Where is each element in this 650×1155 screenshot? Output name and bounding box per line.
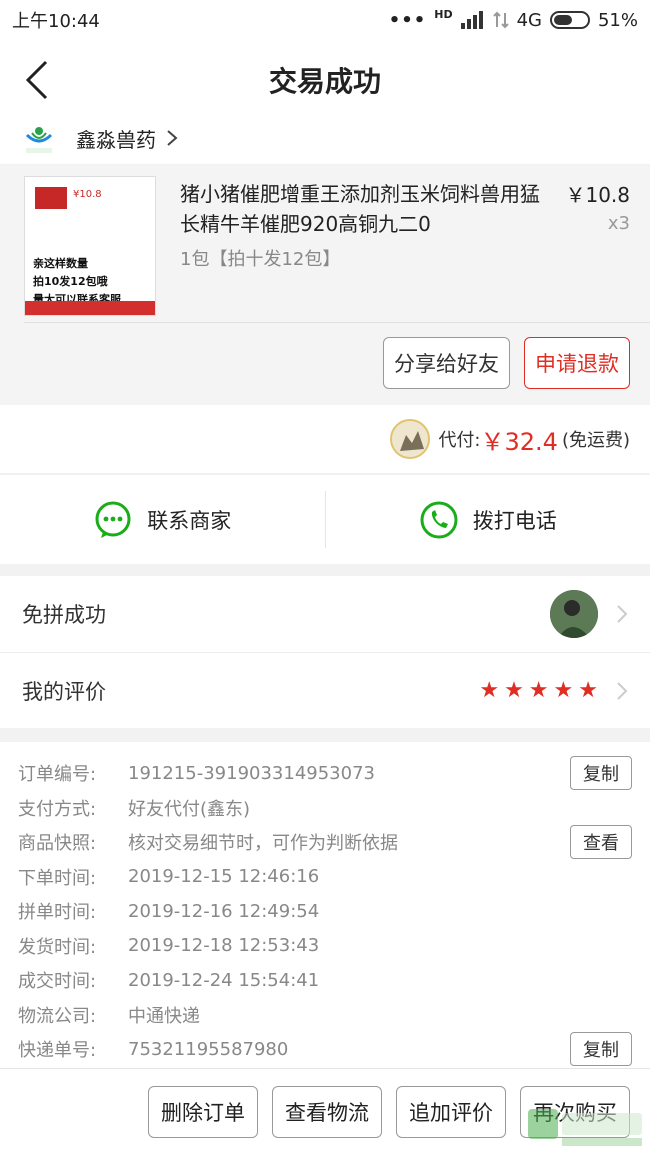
shop-logo bbox=[22, 121, 56, 155]
detail-key: 快递单号: bbox=[18, 1040, 97, 1062]
product-price: ￥10.8 bbox=[565, 183, 630, 207]
more-dots-icon: ••• bbox=[388, 9, 427, 31]
page-header: 交易成功 bbox=[0, 40, 650, 120]
group-time-row: 拼单时间: 2019-12-16 12:49:54 bbox=[18, 894, 632, 929]
payment-label: 代付: bbox=[438, 430, 481, 451]
courier-company-row: 物流公司: 中通快递 bbox=[18, 998, 632, 1033]
chevron-right-icon bbox=[617, 605, 628, 623]
tracking-number-row: 快递单号: 75321195587980 复制 bbox=[18, 1032, 632, 1067]
order-details: 订单编号: 191215-391903314953073 复制 支付方式: 好友… bbox=[0, 742, 650, 1072]
free-group-row[interactable]: 免拼成功 bbox=[0, 576, 650, 652]
buy-again-button[interactable]: 再次购买 bbox=[520, 1086, 630, 1138]
contact-bar: 联系商家 拨打电话 bbox=[0, 474, 650, 564]
product-quantity: x3 bbox=[607, 213, 630, 234]
star-icon: ★ bbox=[553, 678, 574, 703]
copy-tracking-number-button[interactable]: 复制 bbox=[570, 1032, 632, 1066]
back-arrow-icon[interactable] bbox=[22, 58, 62, 102]
status-right: ••• HD 4G 51% bbox=[388, 7, 638, 31]
request-refund-button[interactable]: 申请退款 bbox=[524, 337, 630, 389]
detail-value: 好友代付(鑫东) bbox=[128, 798, 251, 820]
detail-value: 中通快递 bbox=[128, 1005, 200, 1027]
detail-value: 核对交易细节时，可作为判断依据 bbox=[128, 833, 398, 855]
group-section: 免拼成功 我的评价 ★ ★ ★ ★ ★ bbox=[0, 576, 650, 728]
battery-icon bbox=[549, 11, 590, 29]
thumb-bottom-bar bbox=[25, 301, 155, 315]
product-spec: 1包【拍十发12包】 bbox=[180, 249, 341, 270]
battery-percent: 51% bbox=[597, 9, 638, 31]
status-time: 上午10:44 bbox=[12, 11, 100, 32]
order-number-row: 订单编号: 191215-391903314953073 复制 bbox=[18, 756, 632, 791]
detail-value: 2019-12-18 12:53:43 bbox=[128, 935, 320, 957]
thumb-text-1: 亲这样数量 bbox=[33, 257, 88, 270]
detail-value: 2019-12-15 12:46:16 bbox=[128, 866, 320, 888]
chevron-right-icon bbox=[167, 130, 178, 146]
detail-value: 75321195587980 bbox=[128, 1038, 289, 1060]
product-name[interactable]: 猪小猪催肥增重王添加剂玉米饲料兽用猛长精牛羊催肥920高铜九二0 bbox=[180, 179, 550, 239]
detail-key: 下单时间: bbox=[18, 867, 97, 889]
star-icon: ★ bbox=[479, 678, 500, 703]
star-icon: ★ bbox=[504, 678, 524, 703]
detail-value: 191215-391903314953073 bbox=[128, 762, 375, 784]
detail-key: 订单编号: bbox=[18, 764, 97, 786]
payment-amount: ￥32.4 bbox=[480, 427, 558, 456]
shop-name: 鑫淼兽药 bbox=[76, 127, 156, 152]
contact-merchant-button[interactable]: 联系商家 bbox=[0, 475, 325, 564]
divider bbox=[24, 322, 650, 323]
snapshot-row: 商品快照: 核对交易细节时，可作为判断依据 查看 bbox=[18, 825, 632, 860]
payment-method-row: 支付方式: 好友代付(鑫东) bbox=[18, 791, 632, 826]
thumb-text-2: 拍10发12包哦 bbox=[33, 275, 108, 288]
bottom-action-bar: 删除订单 查看物流 追加评价 再次购买 bbox=[0, 1068, 650, 1155]
rating-stars: ★ ★ ★ ★ ★ bbox=[479, 678, 598, 703]
page-title: 交易成功 bbox=[268, 65, 381, 98]
hd-signal-icon: HD bbox=[434, 7, 453, 21]
detail-value: 2019-12-16 12:49:54 bbox=[128, 900, 320, 922]
phone-icon bbox=[420, 501, 458, 538]
shop-row[interactable]: 鑫淼兽药 bbox=[0, 112, 650, 164]
view-logistics-button[interactable]: 查看物流 bbox=[272, 1086, 382, 1138]
order-time-row: 下单时间: 2019-12-15 12:46:16 bbox=[18, 860, 632, 895]
view-snapshot-button[interactable]: 查看 bbox=[570, 825, 632, 859]
share-to-friend-button[interactable]: 分享给好友 bbox=[383, 337, 510, 389]
delete-order-button[interactable]: 删除订单 bbox=[148, 1086, 258, 1138]
signal-icon bbox=[460, 11, 483, 29]
thumb-price: ¥10.8 bbox=[73, 189, 102, 200]
goods-card: ¥10.8 亲这样数量 拍10发12包哦 量大可以联系客服 猪小猪催肥增重王添加… bbox=[0, 165, 650, 405]
my-review-row[interactable]: 我的评价 ★ ★ ★ ★ ★ bbox=[0, 652, 650, 728]
payer-avatar bbox=[390, 419, 431, 459]
payment-summary: 代付: ￥32.4 (免运费) bbox=[0, 405, 650, 473]
data-arrows-icon bbox=[492, 11, 509, 29]
ship-time-row: 发货时间: 2019-12-18 12:53:43 bbox=[18, 929, 632, 964]
free-group-label: 免拼成功 bbox=[22, 603, 106, 627]
star-icon: ★ bbox=[528, 678, 549, 703]
network-type: 4G bbox=[516, 9, 542, 31]
add-review-button[interactable]: 追加评价 bbox=[396, 1086, 506, 1138]
member-avatar bbox=[550, 590, 598, 638]
detail-key: 成交时间: bbox=[18, 971, 97, 993]
detail-key: 商品快照: bbox=[18, 833, 97, 855]
thumb-product-image bbox=[35, 187, 67, 209]
detail-value: 2019-12-24 15:54:41 bbox=[128, 969, 320, 991]
goods-actions: 分享给好友 申请退款 bbox=[383, 337, 630, 389]
star-icon: ★ bbox=[578, 678, 598, 703]
detail-key: 支付方式: bbox=[18, 798, 97, 820]
copy-order-number-button[interactable]: 复制 bbox=[570, 756, 632, 790]
product-thumbnail[interactable]: ¥10.8 亲这样数量 拍10发12包哦 量大可以联系客服 bbox=[24, 176, 156, 316]
status-bar: 上午10:44 ••• HD 4G 51% bbox=[0, 0, 650, 40]
call-phone-label: 拨打电话 bbox=[472, 508, 557, 533]
detail-key: 拼单时间: bbox=[18, 902, 97, 924]
deal-time-row: 成交时间: 2019-12-24 15:54:41 bbox=[18, 963, 632, 998]
detail-key: 发货时间: bbox=[18, 936, 97, 958]
shipping-note: (免运费) bbox=[561, 430, 630, 451]
chat-bubble-icon bbox=[95, 501, 131, 538]
detail-key: 物流公司: bbox=[18, 1005, 97, 1027]
my-review-label: 我的评价 bbox=[22, 679, 106, 704]
call-phone-button[interactable]: 拨打电话 bbox=[326, 475, 650, 564]
chevron-right-icon bbox=[617, 681, 628, 700]
contact-merchant-label: 联系商家 bbox=[147, 508, 232, 533]
